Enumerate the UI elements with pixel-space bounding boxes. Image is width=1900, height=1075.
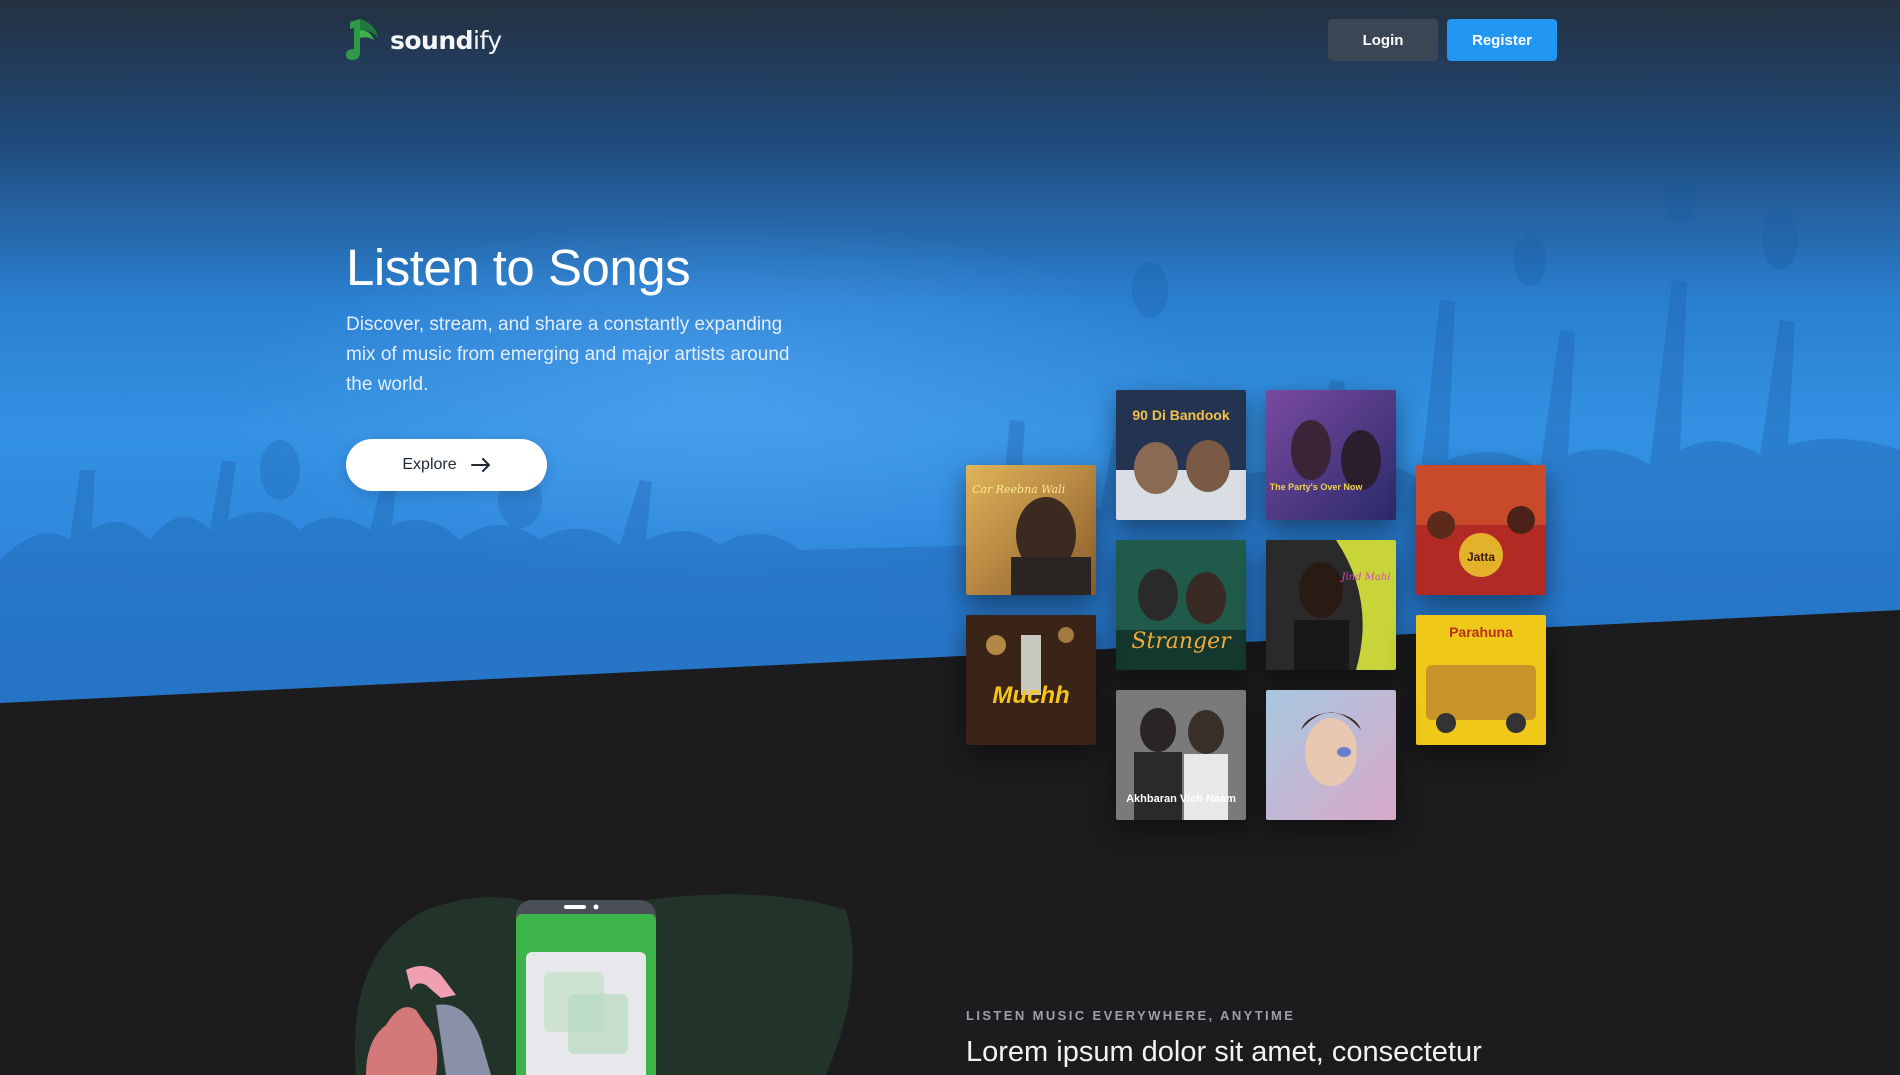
music-note-logo-icon [346, 19, 378, 60]
phone-illustration [354, 894, 853, 1075]
album-title: Akhbaran Vich Naam [1126, 793, 1236, 805]
site-header: soundify Login Register [0, 0, 1900, 80]
album-cover[interactable]: 90 Di Bandook [1116, 390, 1246, 520]
register-button[interactable]: Register [1447, 19, 1557, 61]
album-title: 90 Di Bandook [1132, 407, 1229, 423]
album-art: Muchh [966, 615, 1096, 745]
album-cover[interactable] [1266, 690, 1396, 820]
album-art: The Party's Over Now [1266, 390, 1396, 520]
album-title: Muchh [992, 682, 1069, 709]
album-cover[interactable]: Stranger [1116, 540, 1246, 670]
album-cover[interactable]: Car Reebna Wali [966, 465, 1096, 595]
album-cover[interactable]: Jind Mahi [1266, 540, 1396, 670]
album-art: Akhbaran Vich Naam [1116, 690, 1246, 820]
explore-button[interactable]: Explore [346, 439, 547, 491]
album-art: Jatta [1416, 465, 1546, 595]
brand-name: soundify [390, 25, 502, 55]
album-title: Stranger [1131, 629, 1232, 654]
album-art: Car Reebna Wali [966, 465, 1096, 595]
album-art [1266, 690, 1396, 820]
album-art: Parahuna [1416, 615, 1546, 745]
album-art: Jind Mahi [1266, 540, 1396, 670]
album-title: The Party's Over Now [1270, 482, 1364, 492]
album-cover[interactable]: Jatta [1416, 465, 1546, 595]
hero-title: Listen to Songs [346, 239, 691, 296]
album-title: Jatta [1467, 550, 1495, 564]
album-cover[interactable]: The Party's Over Now [1266, 390, 1396, 520]
album-title: Jind Mahi [1339, 572, 1390, 583]
album-art: 90 Di Bandook [1116, 390, 1246, 520]
album-title: Parahuna [1449, 624, 1513, 640]
crowd-silhouette [0, 176, 1900, 703]
hero-background [0, 0, 1900, 703]
arrow-right-icon [470, 458, 490, 472]
album-cover[interactable]: Muchh [966, 615, 1096, 745]
album-art: Stranger [1116, 540, 1246, 670]
album-cover[interactable]: Akhbaran Vich Naam [1116, 690, 1246, 820]
album-cover[interactable]: Parahuna [1416, 615, 1546, 745]
explore-label: Explore [402, 456, 457, 473]
section-eyebrow: LISTEN MUSIC EVERYWHERE, ANYTIME [966, 1008, 1296, 1023]
hero-description: Discover, stream, and share a constantly… [346, 314, 790, 395]
album-title: Car Reebna Wali [972, 483, 1065, 496]
section-title: Lorem ipsum dolor sit amet, consectetur [966, 1036, 1482, 1068]
login-button[interactable]: Login [1328, 19, 1438, 61]
brand-logo[interactable]: soundify [346, 18, 502, 62]
